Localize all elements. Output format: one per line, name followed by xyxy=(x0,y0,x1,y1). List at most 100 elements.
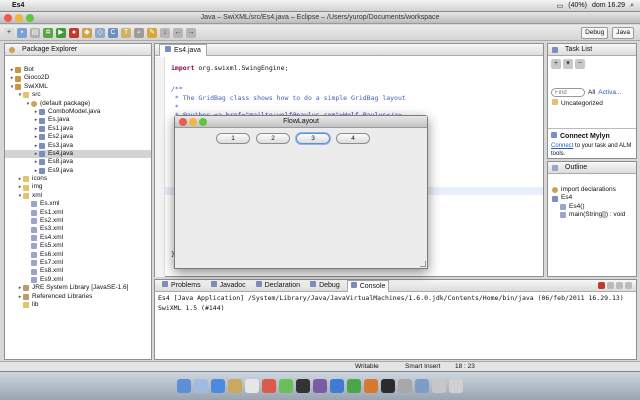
flow-button-3[interactable]: 3 xyxy=(296,133,330,144)
clear-console-icon[interactable] xyxy=(616,282,623,289)
resize-grip[interactable] xyxy=(420,261,426,267)
tree-item[interactable]: ▾ (default package) xyxy=(5,100,151,108)
downloads-stack-icon[interactable] xyxy=(432,379,446,393)
bottom-tab-problems[interactable]: Problems xyxy=(159,280,204,292)
app-menu[interactable]: Es4 xyxy=(12,2,24,9)
tree-item[interactable]: ▸ Es1.java xyxy=(5,125,151,133)
tree-item[interactable]: ▾ SwiXML xyxy=(5,83,151,91)
task-filter-all[interactable]: All xyxy=(588,89,595,96)
task-find-input[interactable] xyxy=(551,88,585,97)
word-icon[interactable] xyxy=(330,379,344,393)
tree-item[interactable]: ▾ xml xyxy=(5,192,151,200)
terminal-icon[interactable] xyxy=(381,379,395,393)
tree-item[interactable]: ▸ ComboModel.java xyxy=(5,108,151,116)
close-window-button[interactable] xyxy=(4,14,12,22)
flow-close-button[interactable] xyxy=(179,118,187,126)
flowlayout-titlebar[interactable]: FlowLayout xyxy=(175,116,427,128)
tree-item[interactable]: ▸ Es9.java xyxy=(5,167,151,175)
tree-item[interactable]: Es6.xml xyxy=(5,251,151,259)
tree-item[interactable]: ▸ JRE System Library [JavaSE-1.6] xyxy=(5,284,151,292)
menubar-clock[interactable]: dom 16.29 xyxy=(592,2,625,9)
outline-item[interactable]: import declarations xyxy=(550,186,634,194)
print-icon[interactable]: ▤ xyxy=(30,27,40,38)
perspective-debug[interactable]: Debug xyxy=(581,26,609,39)
flow-button-2[interactable]: 2 xyxy=(256,133,290,144)
address-book-icon[interactable] xyxy=(245,379,259,393)
excel-icon[interactable] xyxy=(347,379,361,393)
package-explorer-tab[interactable]: Package Explorer xyxy=(5,44,151,56)
tree-item[interactable]: ▸ img xyxy=(5,183,151,191)
console-output[interactable]: SwiXML 1.5 (#144) xyxy=(155,304,636,312)
bottom-tab-debug[interactable]: Debug xyxy=(307,280,343,292)
itunes-icon[interactable] xyxy=(296,379,310,393)
flow-zoom-button[interactable] xyxy=(199,118,207,126)
filter-icon[interactable]: ▾ xyxy=(563,59,573,69)
toggle-mark-icon[interactable]: ✎ xyxy=(147,27,157,38)
code-line-import[interactable]: import org.swixml.SwingEngine; xyxy=(171,64,288,72)
forward-icon[interactable]: → xyxy=(186,27,196,38)
outline-item[interactable]: main(String[]) : void xyxy=(550,211,634,219)
new-class-icon[interactable]: C xyxy=(108,27,118,38)
battery-icon[interactable]: ▭ xyxy=(557,2,564,10)
tree-item[interactable]: ▸ Es2.java xyxy=(5,133,151,141)
outline-item[interactable]: Es4() xyxy=(550,203,634,211)
bottom-tab-javadoc[interactable]: Javadoc xyxy=(208,280,249,292)
editor-tab-es4[interactable]: Es4.java xyxy=(159,43,207,56)
tree-item[interactable]: Es5.xml xyxy=(5,242,151,250)
terminate-icon[interactable] xyxy=(598,282,605,289)
task-list-tab[interactable]: Task List xyxy=(548,44,636,56)
new-icon[interactable]: + xyxy=(4,27,14,38)
tree-item[interactable]: ▸ Es3.java xyxy=(5,142,151,150)
remove-launch-icon[interactable] xyxy=(607,282,614,289)
powerpoint-icon[interactable] xyxy=(364,379,378,393)
tree-item[interactable]: ▸ Es.java xyxy=(5,116,151,124)
debug-icon[interactable]: ✲ xyxy=(43,27,53,38)
tree-item[interactable]: ▸ Referenced Libraries xyxy=(5,293,151,301)
collapse-icon[interactable]: − xyxy=(575,59,585,69)
run-icon[interactable]: ▶ xyxy=(56,27,66,38)
flow-button-1[interactable]: 1 xyxy=(216,133,250,144)
system-preferences-icon[interactable] xyxy=(398,379,412,393)
tree-item[interactable]: ▸ Bot xyxy=(5,66,151,74)
tree-item[interactable]: Es9.xml xyxy=(5,276,151,284)
ical-icon[interactable] xyxy=(262,379,276,393)
mail-icon[interactable] xyxy=(228,379,242,393)
new-task-icon[interactable]: + xyxy=(551,59,561,69)
tree-item[interactable]: Es.xml xyxy=(5,200,151,208)
eclipse-icon[interactable] xyxy=(313,379,327,393)
finder-icon[interactable] xyxy=(177,379,191,393)
tree-item[interactable]: Es3.xml xyxy=(5,225,151,233)
back-icon[interactable]: ← xyxy=(173,27,183,38)
new-java-project-icon[interactable]: ◆ xyxy=(82,27,92,38)
external-tools-icon[interactable]: ● xyxy=(69,27,79,38)
java-app-icon[interactable] xyxy=(415,379,429,393)
dashboard-icon[interactable] xyxy=(194,379,208,393)
code-line-comment-open[interactable]: /** xyxy=(171,85,183,93)
task-activate-link[interactable]: Activa... xyxy=(598,89,621,96)
flow-button-4[interactable]: 4 xyxy=(336,133,370,144)
tree-item[interactable]: Es7.xml xyxy=(5,259,151,267)
code-line-comment-2[interactable]: * xyxy=(171,103,179,111)
tree-item[interactable]: ▸ icons xyxy=(5,175,151,183)
save-icon[interactable]: ▪ xyxy=(17,27,27,38)
bottom-tab-console[interactable]: Console xyxy=(346,279,390,292)
tree-item[interactable]: Es8.xml xyxy=(5,267,151,275)
tree-item[interactable]: lib xyxy=(5,301,151,309)
new-package-icon[interactable]: ◇ xyxy=(95,27,105,38)
tree-item[interactable]: Es1.xml xyxy=(5,209,151,217)
tree-item[interactable]: ▾ src xyxy=(5,91,151,99)
spotlight-icon[interactable]: ⌕ xyxy=(630,2,634,10)
pin-console-icon[interactable] xyxy=(625,282,632,289)
next-annotation-icon[interactable]: ↓ xyxy=(160,27,170,38)
flow-minimize-button[interactable] xyxy=(189,118,197,126)
outline-tab[interactable]: Outline xyxy=(548,162,636,174)
tree-item[interactable]: Es2.xml xyxy=(5,217,151,225)
outline-item[interactable]: Es4 xyxy=(550,194,634,202)
perspective-java[interactable]: Java xyxy=(612,26,634,39)
minimize-window-button[interactable] xyxy=(15,14,23,22)
task-category[interactable]: Uncategorized xyxy=(548,97,636,109)
zoom-window-button[interactable] xyxy=(26,14,34,22)
tree-item[interactable]: ▸ Es8.java xyxy=(5,158,151,166)
code-line-comment-1[interactable]: * The GridBag class shows how to do a si… xyxy=(171,94,406,102)
tree-item[interactable]: ▸ Es4.java xyxy=(5,149,151,159)
